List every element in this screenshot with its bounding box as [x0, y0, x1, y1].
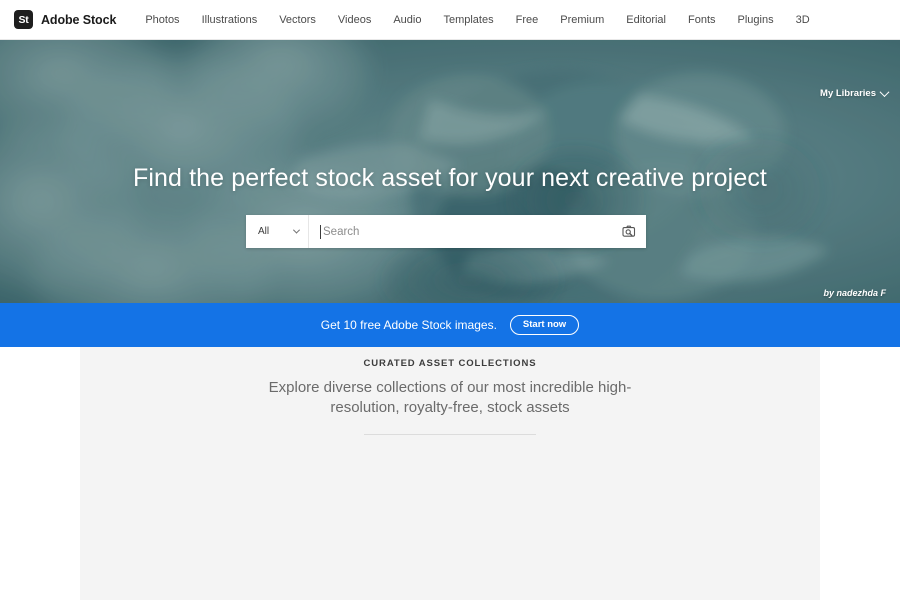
search-bar: All Search	[246, 215, 646, 248]
nav-link-editorial[interactable]: Editorial	[615, 14, 677, 26]
nav-link-premium[interactable]: Premium	[549, 14, 615, 26]
nav-link-free[interactable]: Free	[505, 14, 550, 26]
nav-link-fonts[interactable]: Fonts	[677, 14, 727, 26]
section-subtitle: Explore diverse collections of our most …	[268, 379, 632, 416]
my-libraries-menu[interactable]: My Libraries	[820, 87, 890, 99]
nav-link-plugins[interactable]: Plugins	[727, 14, 785, 26]
adobe-stock-logo[interactable]: St Adobe Stock	[14, 10, 116, 29]
nav-link-3d[interactable]: 3D	[785, 14, 821, 26]
start-now-button[interactable]: Start now	[509, 315, 580, 335]
hero-headline: Find the perfect stock asset for your ne…	[133, 164, 767, 192]
nav-link-templates[interactable]: Templates	[432, 14, 504, 26]
camera-search-icon	[622, 225, 636, 237]
top-navigation-bar: St Adobe Stock Photos Illustrations Vect…	[0, 0, 900, 40]
nav-link-videos[interactable]: Videos	[327, 14, 382, 26]
search-category-select[interactable]: All	[246, 215, 309, 248]
visual-search-button[interactable]	[612, 215, 646, 248]
curated-collections-section: CURATED ASSET COLLECTIONS Explore divers…	[0, 347, 900, 600]
promo-banner: Get 10 free Adobe Stock images. Start no…	[0, 303, 900, 347]
search-input[interactable]: Search	[323, 226, 359, 238]
nav-link-vectors[interactable]: Vectors	[268, 14, 327, 26]
search-input-wrapper[interactable]: Search	[309, 215, 612, 248]
collections-panel: CURATED ASSET COLLECTIONS Explore divers…	[80, 347, 820, 600]
my-libraries-label: My Libraries	[820, 88, 876, 99]
primary-nav-links: Photos Illustrations Vectors Videos Audi…	[134, 14, 820, 26]
chevron-down-icon	[879, 87, 890, 98]
search-category-value: All	[258, 226, 270, 237]
nav-link-illustrations[interactable]: Illustrations	[191, 14, 269, 26]
hero-section: My Libraries Find the perfect stock asse…	[0, 40, 900, 303]
nav-link-photos[interactable]: Photos	[134, 14, 190, 26]
nav-link-audio[interactable]: Audio	[382, 14, 432, 26]
section-divider	[364, 433, 536, 435]
promo-text: Get 10 free Adobe Stock images.	[320, 318, 497, 332]
text-cursor	[320, 224, 321, 239]
brand-name-label: Adobe Stock	[41, 12, 117, 27]
adobe-stock-mark-icon: St	[14, 10, 33, 29]
photo-credit-label: by nadezhda F	[823, 288, 886, 298]
section-eyebrow: CURATED ASSET COLLECTIONS	[363, 358, 537, 369]
chevron-down-icon	[292, 226, 301, 234]
